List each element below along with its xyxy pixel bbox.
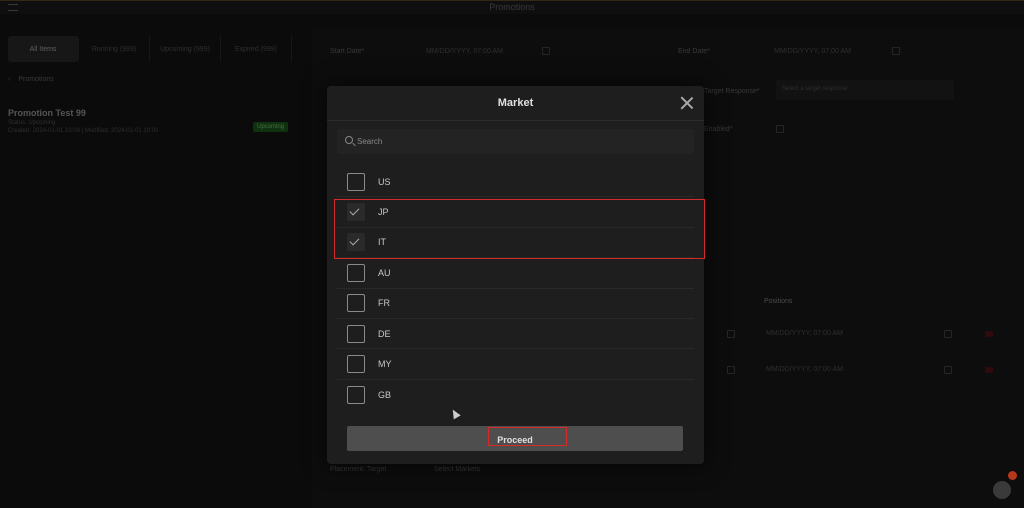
market-label: MY: [378, 359, 392, 370]
market-checkbox[interactable]: [347, 324, 365, 343]
market-label: US: [378, 176, 391, 187]
market-modal: Market US JP IT AU FR DE MY GB Proceed: [327, 86, 704, 464]
proceed-label: Proceed: [497, 434, 533, 445]
market-item-it[interactable]: IT: [337, 228, 694, 259]
check-icon: [349, 236, 360, 246]
market-checkbox[interactable]: [347, 172, 365, 191]
modal-header: Market: [327, 86, 704, 121]
search-icon: [345, 136, 353, 144]
market-item-jp[interactable]: JP: [337, 197, 694, 228]
search-box: [337, 129, 694, 154]
proceed-button[interactable]: Proceed: [347, 426, 683, 451]
market-item-us[interactable]: US: [337, 167, 694, 198]
search-input[interactable]: [357, 129, 687, 154]
modal-title: Market: [497, 97, 534, 109]
market-checkbox[interactable]: [347, 203, 365, 222]
check-icon: [349, 205, 360, 216]
market-label: AU: [378, 267, 391, 278]
market-checkbox[interactable]: [347, 355, 365, 374]
market-label: DE: [378, 328, 391, 339]
market-label: JP: [378, 207, 389, 218]
market-checkbox[interactable]: [347, 263, 365, 282]
market-item-fr[interactable]: FR: [337, 289, 694, 319]
market-item-gb[interactable]: GB: [337, 380, 694, 410]
market-checkbox[interactable]: [347, 385, 365, 404]
market-item-de[interactable]: DE: [337, 319, 694, 350]
notification-dot: [1008, 471, 1017, 480]
market-label: IT: [378, 237, 386, 248]
market-item-my[interactable]: MY: [337, 349, 694, 380]
market-checkbox[interactable]: [347, 233, 365, 252]
market-label: GB: [378, 389, 392, 400]
market-item-au[interactable]: AU: [337, 258, 694, 289]
market-label: FR: [378, 298, 390, 309]
close-icon[interactable]: [680, 96, 694, 110]
market-list: US JP IT AU FR DE MY GB: [337, 167, 694, 410]
market-checkbox[interactable]: [347, 294, 365, 313]
help-icon[interactable]: [993, 481, 1011, 499]
